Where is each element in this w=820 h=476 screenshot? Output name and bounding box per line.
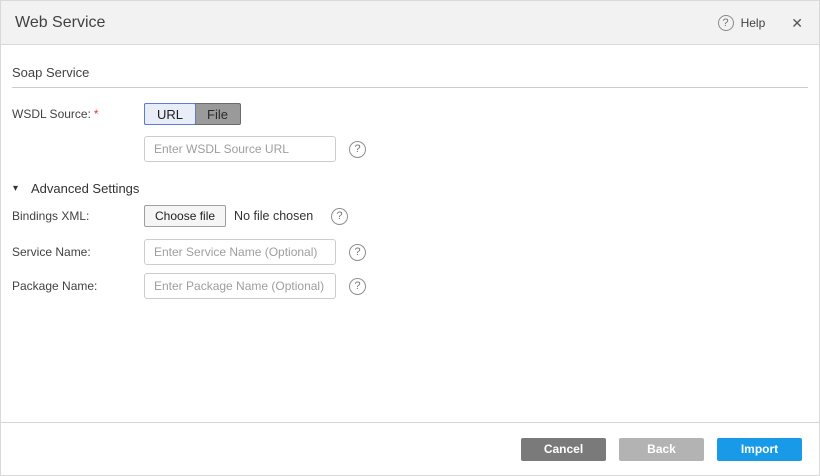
wsdl-source-toggle: URL File	[144, 103, 241, 125]
help-button[interactable]: ? Help	[718, 15, 766, 31]
service-name-help-icon[interactable]: ?	[349, 244, 366, 261]
dialog-body: Soap Service WSDL Source:* URL File ? ▾ …	[1, 45, 819, 299]
dialog-footer: Cancel Back Import	[1, 422, 819, 475]
help-label: Help	[741, 16, 766, 30]
bindings-xml-help-icon[interactable]: ?	[331, 208, 348, 225]
required-marker: *	[94, 107, 99, 121]
wsdl-source-label: WSDL Source:	[12, 107, 91, 121]
bindings-xml-label: Bindings XML:	[12, 209, 144, 223]
file-status-text: No file chosen	[234, 209, 313, 223]
bindings-xml-row: Bindings XML: Choose file No file chosen…	[12, 205, 808, 227]
wsdl-url-help-icon[interactable]: ?	[349, 141, 366, 158]
section-title: Soap Service	[12, 65, 808, 80]
import-button[interactable]: Import	[717, 438, 802, 461]
header-actions: ? Help ✕	[718, 15, 803, 31]
chevron-down-icon: ▾	[13, 183, 23, 194]
toggle-option-file[interactable]: File	[195, 104, 240, 124]
dialog-header: Web Service ? Help ✕	[1, 1, 819, 45]
advanced-settings-label: Advanced Settings	[31, 181, 139, 196]
package-name-help-icon[interactable]: ?	[349, 278, 366, 295]
help-icon: ?	[718, 15, 734, 31]
cancel-button[interactable]: Cancel	[521, 438, 606, 461]
toggle-option-url[interactable]: URL	[144, 103, 196, 125]
service-name-input[interactable]	[144, 239, 336, 265]
advanced-settings-toggle[interactable]: ▾ Advanced Settings	[12, 181, 808, 196]
wsdl-url-row: ?	[12, 136, 808, 162]
back-button[interactable]: Back	[619, 438, 704, 461]
close-icon[interactable]: ✕	[791, 16, 803, 30]
service-name-label: Service Name:	[12, 245, 144, 259]
package-name-label: Package Name:	[12, 279, 144, 293]
service-name-row: Service Name: ?	[12, 239, 808, 265]
package-name-row: Package Name: ?	[12, 273, 808, 299]
wsdl-source-row: WSDL Source:* URL File	[12, 103, 808, 125]
package-name-input[interactable]	[144, 273, 336, 299]
choose-file-button[interactable]: Choose file	[144, 205, 226, 227]
section-divider	[12, 87, 808, 88]
wsdl-source-label-cell: WSDL Source:*	[12, 107, 144, 121]
wsdl-url-input[interactable]	[144, 136, 336, 162]
page-title: Web Service	[15, 14, 105, 32]
